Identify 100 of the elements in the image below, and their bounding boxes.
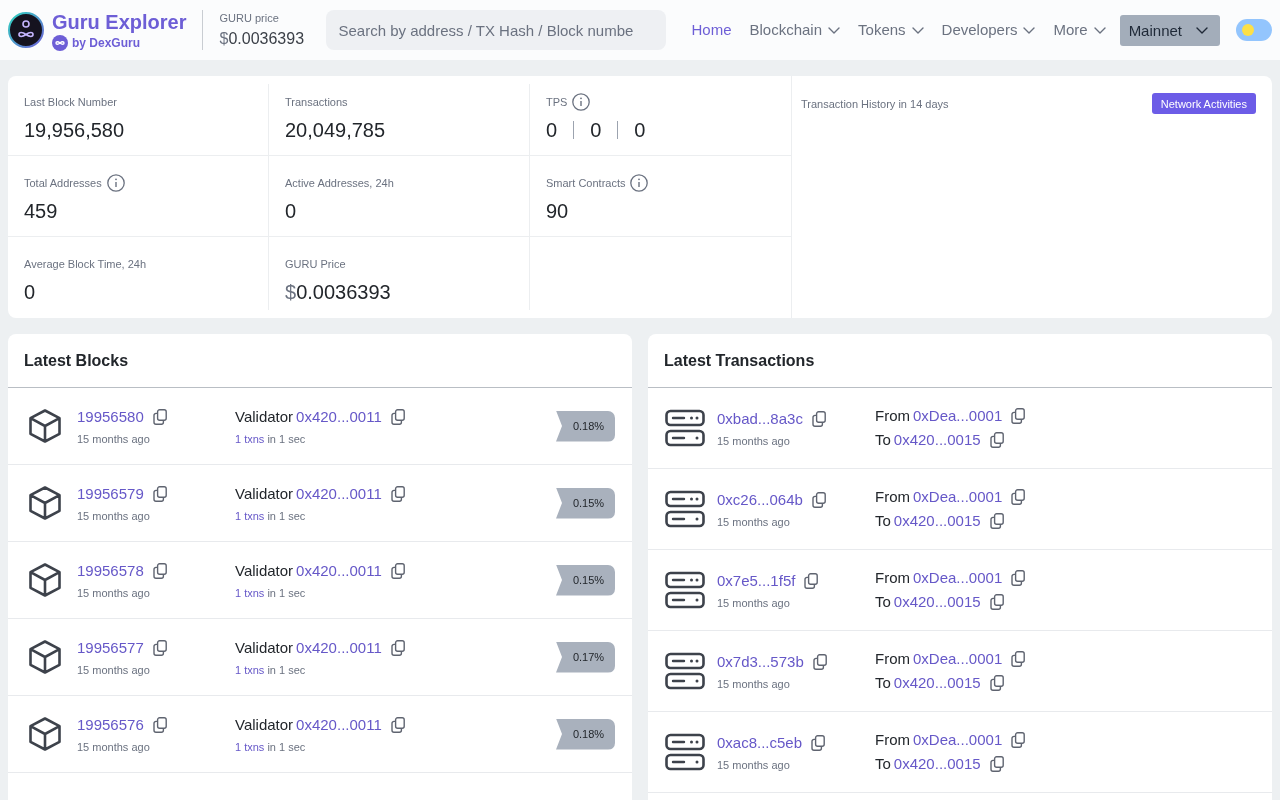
stat-value: 20,049,785: [285, 118, 386, 143]
copy-icon[interactable]: [152, 716, 167, 733]
stat-label: Total Addresses: [24, 176, 102, 191]
tx-age: 15 months ago: [717, 433, 790, 449]
block-age: 15 months ago: [77, 662, 150, 678]
info-icon[interactable]: [572, 93, 591, 111]
copy-icon[interactable]: [152, 639, 167, 656]
copy-icon[interactable]: [390, 716, 405, 733]
copy-icon[interactable]: [989, 432, 1004, 448]
to-label: To: [875, 592, 891, 612]
tx-hash-link[interactable]: 0x7e5...1f5f: [717, 569, 796, 592]
from-address-link[interactable]: 0xDea...0001: [913, 405, 1003, 427]
network-activities-button[interactable]: Network Activities: [1151, 93, 1256, 114]
stat-value: 19,956,580: [24, 118, 125, 143]
to-label: To: [875, 754, 891, 774]
copy-icon[interactable]: [152, 408, 167, 425]
to-address-link[interactable]: 0x420...0015: [893, 591, 981, 613]
from-label: From: [875, 649, 910, 669]
to-address-link[interactable]: 0x420...0015: [893, 510, 981, 532]
nav-link[interactable]: Blockchain: [749, 19, 841, 41]
server-icon: [665, 652, 705, 690]
txns-link[interactable]: 1 txns: [235, 663, 265, 676]
cube-icon: [27, 408, 63, 444]
copy-icon[interactable]: [989, 675, 1004, 691]
block-txn-summary: 1 txns in 1 sec: [235, 431, 306, 447]
copy-icon[interactable]: [989, 756, 1004, 772]
from-address-link[interactable]: 0xDea...0001: [913, 567, 1003, 589]
copy-icon[interactable]: [804, 572, 819, 589]
block-number-link[interactable]: 19956577: [77, 636, 144, 659]
tx-hash-link[interactable]: 0xac8...c5eb: [717, 731, 803, 754]
stat-label: Smart Contracts: [546, 176, 626, 191]
to-address-link[interactable]: 0x420...0015: [893, 429, 981, 451]
copy-icon[interactable]: [1011, 408, 1026, 424]
infinity-badge-icon: [52, 34, 68, 51]
site-subtitle: by DexGuru: [72, 34, 140, 51]
stat-label: GURU Price: [285, 257, 346, 272]
nav-link[interactable]: More: [1053, 19, 1106, 41]
txns-link[interactable]: 1 txns: [235, 432, 265, 445]
copy-icon[interactable]: [1011, 570, 1026, 586]
info-icon[interactable]: [106, 174, 125, 192]
theme-toggle[interactable]: [1236, 19, 1272, 41]
site-title[interactable]: Guru Explorer: [52, 9, 187, 34]
block-txn-summary: 1 txns in 1 sec: [235, 585, 306, 601]
server-icon: [665, 409, 705, 447]
copy-icon[interactable]: [390, 408, 405, 425]
copy-icon[interactable]: [390, 562, 405, 579]
search-field[interactable]: Search by address / TX Hash / Block numbe: [326, 10, 667, 50]
tx-hash-link[interactable]: 0x7d3...573b: [717, 650, 804, 673]
nav-link[interactable]: Home: [691, 19, 732, 41]
validator-link[interactable]: 0x420...0011: [296, 713, 382, 736]
stat-label: Last Block Number: [24, 95, 117, 110]
copy-icon[interactable]: [1011, 651, 1026, 667]
gas-used-badge: 0.17%: [556, 641, 615, 673]
block-number-link[interactable]: 19956580: [77, 405, 144, 428]
validator-label: Validator: [235, 560, 294, 581]
validator-link[interactable]: 0x420...0011: [296, 559, 382, 582]
to-address-link[interactable]: 0x420...0015: [893, 753, 981, 775]
block-age: 15 months ago: [77, 585, 150, 601]
copy-icon[interactable]: [989, 594, 1004, 610]
price-label: GURU price: [219, 11, 280, 26]
copy-icon[interactable]: [812, 653, 827, 670]
txns-link[interactable]: 1 txns: [235, 586, 265, 599]
to-address-link[interactable]: 0x420...0015: [893, 672, 981, 694]
nav-link[interactable]: Tokens: [858, 19, 924, 41]
block-number-link[interactable]: 19956576: [77, 713, 144, 736]
copy-icon[interactable]: [1011, 489, 1026, 505]
to-label: To: [875, 673, 891, 693]
server-icon: [665, 490, 705, 528]
stat-value: 0: [590, 118, 602, 143]
nav-link[interactable]: Developers: [941, 19, 1036, 41]
txns-link[interactable]: 1 txns: [235, 509, 265, 522]
network-select[interactable]: Mainnet: [1119, 14, 1220, 46]
validator-label: Validator: [235, 637, 294, 658]
tx-age: 15 months ago: [717, 676, 790, 692]
cube-icon: [27, 639, 63, 675]
copy-icon[interactable]: [152, 485, 167, 502]
copy-icon[interactable]: [989, 513, 1004, 529]
copy-icon[interactable]: [811, 410, 826, 427]
from-address-link[interactable]: 0xDea...0001: [913, 729, 1003, 751]
txns-link[interactable]: 1 txns: [235, 740, 265, 753]
tx-hash-link[interactable]: 0xc26...064b: [717, 488, 803, 511]
server-icon: [665, 733, 705, 771]
copy-icon[interactable]: [390, 639, 405, 656]
from-address-link[interactable]: 0xDea...0001: [913, 486, 1003, 508]
block-number-link[interactable]: 19956579: [77, 482, 144, 505]
stat-value: 0: [24, 280, 36, 305]
validator-link[interactable]: 0x420...0011: [296, 405, 382, 428]
copy-icon[interactable]: [811, 491, 826, 508]
copy-icon[interactable]: [1011, 732, 1026, 748]
copy-icon[interactable]: [390, 485, 405, 502]
copy-icon[interactable]: [811, 734, 826, 751]
stat-label: Active Addresses, 24h: [285, 176, 394, 191]
from-address-link[interactable]: 0xDea...0001: [913, 648, 1003, 670]
validator-link[interactable]: 0x420...0011: [296, 636, 382, 659]
tx-hash-link[interactable]: 0xbad...8a3c: [717, 407, 803, 430]
validator-link[interactable]: 0x420...0011: [296, 482, 382, 505]
copy-icon[interactable]: [152, 562, 167, 579]
block-number-link[interactable]: 19956578: [77, 559, 144, 582]
info-icon[interactable]: [630, 174, 649, 192]
logo-icon[interactable]: [8, 12, 44, 48]
